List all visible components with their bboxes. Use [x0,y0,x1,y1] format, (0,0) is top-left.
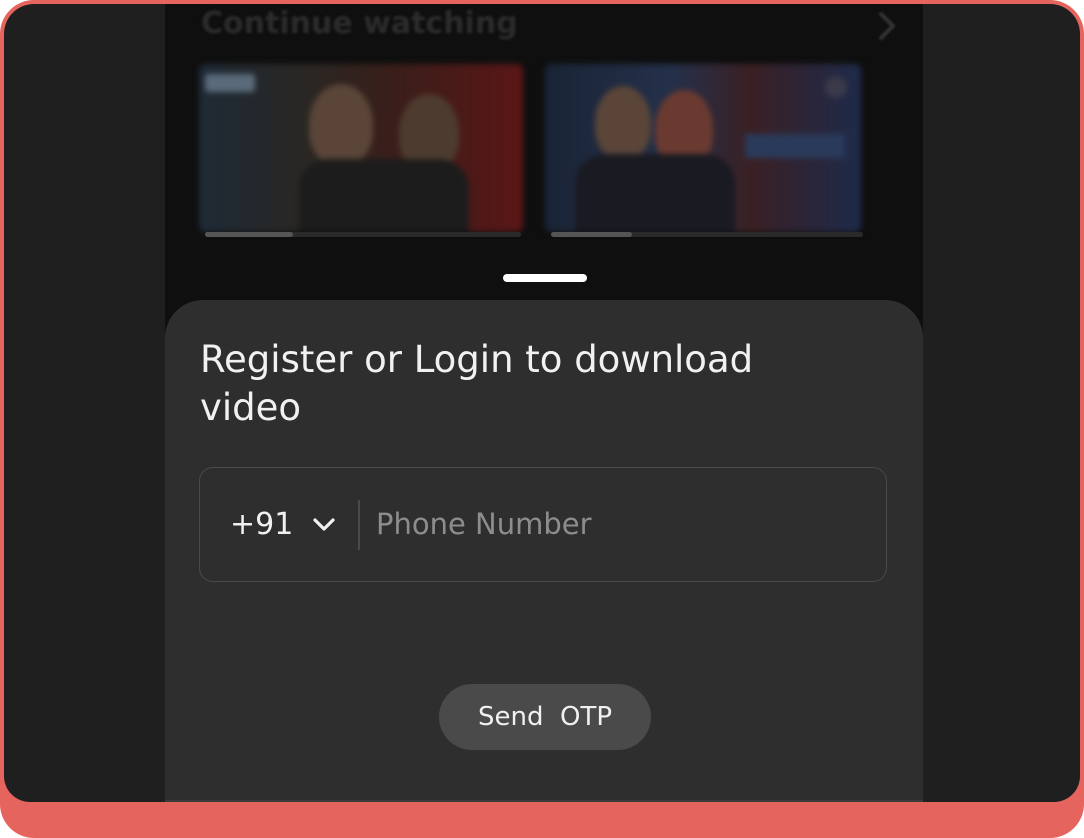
screenshot-frame: Continue watching Register or Login to d… [0,0,1084,838]
watch-progress-bar [551,232,863,237]
sheet-title: Register or Login to download video [200,338,754,429]
bottom-edge [165,800,923,802]
login-bottom-sheet: Register or Login to download video +91 … [165,300,923,802]
device-backdrop: Continue watching Register or Login to d… [4,4,1080,802]
continue-watching-title: Continue watching [201,6,518,41]
field-divider [358,500,360,550]
send-otp-button[interactable]: Send OTP [439,684,651,750]
sheet-drag-handle[interactable] [503,274,587,282]
phone-number-input[interactable] [376,468,866,580]
video-thumbnail[interactable] [199,64,523,232]
chevron-right-icon[interactable] [873,8,901,44]
video-thumbnail[interactable] [545,64,861,232]
app-screen: Continue watching Register or Login to d… [165,4,923,802]
watch-progress-bar [205,232,521,237]
country-code-value: +91 [230,506,294,542]
chevron-down-icon [311,511,337,537]
phone-number-field: +91 [199,467,887,582]
country-code-selector[interactable]: +91 [230,468,337,580]
